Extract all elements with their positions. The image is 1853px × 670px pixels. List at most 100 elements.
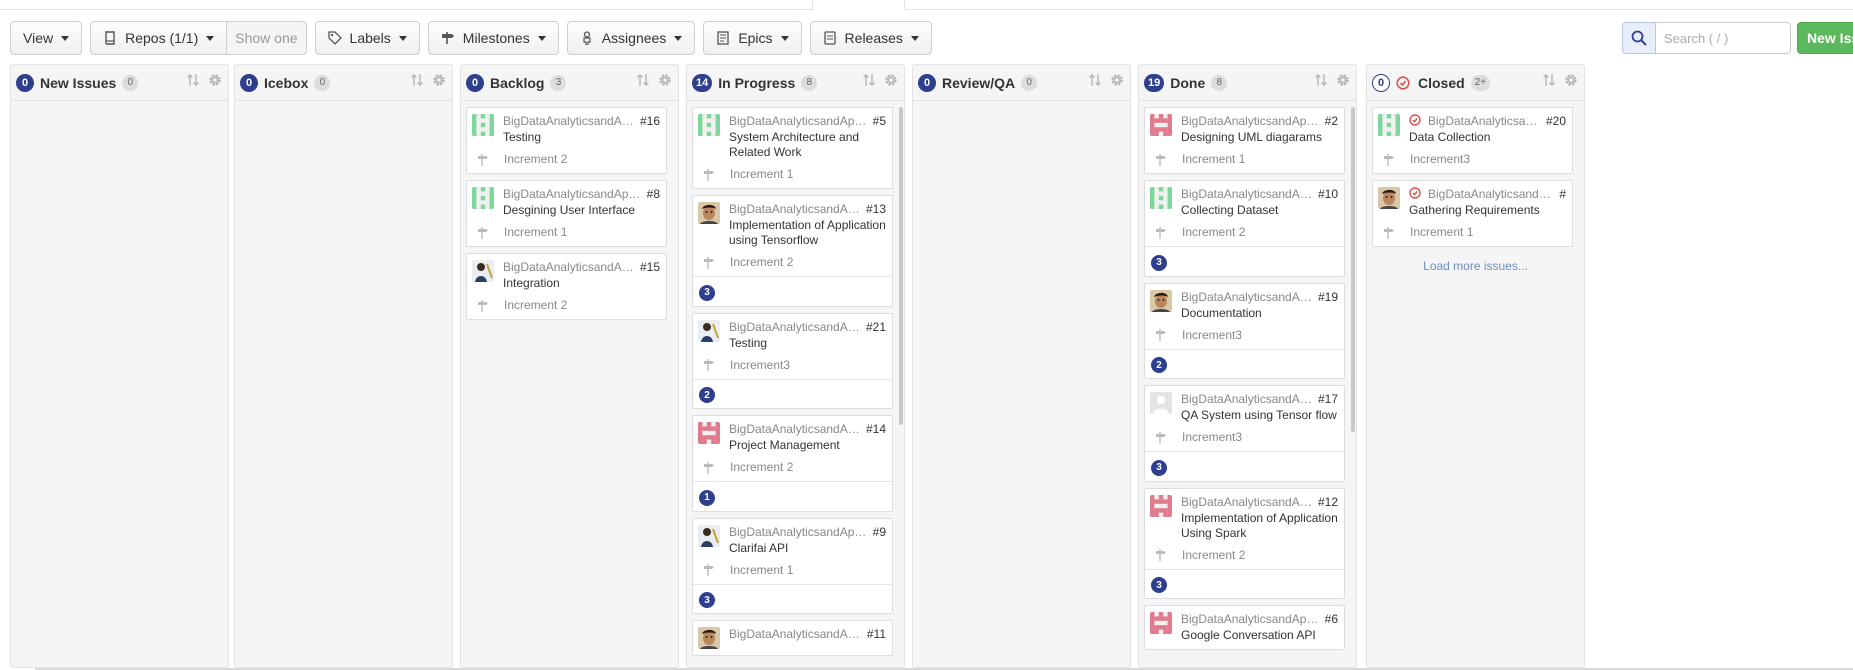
issue-card[interactable]: BigDataAnalyticsandAppsC...#10Collecting… xyxy=(1144,180,1345,277)
issue-card[interactable]: BigDataAnalyticsandAppsC...#13Implementa… xyxy=(692,195,893,307)
milestone-label[interactable]: Increment 1 xyxy=(730,563,793,578)
repo-name[interactable]: BigDataAnalyticsandAppsC... xyxy=(1428,114,1543,129)
milestone-label[interactable]: Increment3 xyxy=(1410,152,1470,167)
issue-number[interactable]: #11 xyxy=(867,627,886,642)
issue-card[interactable]: BigDataAnalyticsandAppsC...#17QA System … xyxy=(1144,385,1345,482)
repo-name[interactable]: BigDataAnalyticsandAppsCS... xyxy=(1428,187,1556,202)
issue-number[interactable]: #20 xyxy=(1546,114,1566,129)
repo-name[interactable]: BigDataAnalyticsandAppsC... xyxy=(729,627,864,642)
issue-card[interactable]: BigDataAnalyticsandAppsCS...#8Desgining … xyxy=(466,180,667,247)
new-issue-button[interactable]: New Issue xyxy=(1797,22,1853,54)
issue-title[interactable]: Desgining User Interface xyxy=(503,203,660,218)
repo-name[interactable]: BigDataAnalyticsandAppsCS... xyxy=(1181,114,1322,129)
active-tab[interactable] xyxy=(812,0,905,10)
milestone-label[interactable]: Increment 1 xyxy=(504,225,567,240)
milestone-label[interactable]: Increment 1 xyxy=(1410,225,1473,240)
repo-name[interactable]: BigDataAnalyticsandAppsC... xyxy=(1181,187,1315,202)
issue-number[interactable]: #8 xyxy=(647,187,660,202)
labels-dropdown[interactable]: Labels xyxy=(314,21,420,55)
milestone-label[interactable]: Increment 2 xyxy=(730,460,793,475)
repo-name[interactable]: BigDataAnalyticsandAppsC... xyxy=(729,422,863,437)
issue-card[interactable]: BigDataAnalyticsandAppsCS...#2Designing … xyxy=(1144,107,1345,174)
issue-title[interactable]: Testing xyxy=(503,130,660,145)
sort-icon[interactable] xyxy=(1542,73,1556,92)
gear-icon[interactable] xyxy=(1336,73,1350,92)
issue-title[interactable]: Testing xyxy=(729,336,886,351)
issue-card[interactable]: BigDataAnalyticsandAppsC...#12Implementa… xyxy=(1144,487,1345,599)
issue-card[interactable]: BigDataAnalyticsandAppsC...#14Project Ma… xyxy=(692,415,893,512)
gear-icon[interactable] xyxy=(1110,73,1124,92)
issue-card[interactable]: BigDataAnalyticsandAppsC...#15Integratio… xyxy=(466,253,667,320)
milestone-label[interactable]: Increment 2 xyxy=(730,255,793,270)
issue-number[interactable]: #2 xyxy=(1325,114,1338,129)
sort-icon[interactable] xyxy=(1314,73,1328,92)
repo-name[interactable]: BigDataAnalyticsandAppsC... xyxy=(1181,495,1315,510)
issue-title[interactable]: System Architecture and Related Work xyxy=(729,130,886,160)
repo-name[interactable]: BigDataAnalyticsandAppsCS... xyxy=(503,187,644,202)
issue-title[interactable]: Data Collection xyxy=(1409,130,1566,145)
issue-title[interactable]: Implementation of Application Using Spar… xyxy=(1181,511,1338,541)
repo-name[interactable]: BigDataAnalyticsandAppsCS... xyxy=(1181,612,1322,627)
milestone-label[interactable]: Increment 2 xyxy=(504,152,567,167)
search-input[interactable] xyxy=(1656,22,1791,54)
milestone-label[interactable]: Increment3 xyxy=(1182,430,1242,445)
gear-icon[interactable] xyxy=(884,73,898,92)
milestone-label[interactable]: Increment 2 xyxy=(504,298,567,313)
issue-title[interactable]: Collecting Dataset xyxy=(1181,203,1338,218)
issue-card[interactable]: BigDataAnalyticsandAppsC...#21Testing Inc… xyxy=(692,312,893,409)
issue-number[interactable]: #13 xyxy=(866,202,886,217)
epics-dropdown[interactable]: Epics xyxy=(703,21,802,55)
gear-icon[interactable] xyxy=(208,73,222,92)
issue-card[interactable]: BigDataAnalyticsandAppsC...#19Documentat… xyxy=(1144,282,1345,379)
issue-number[interactable]: #17 xyxy=(1318,392,1338,407)
milestone-label[interactable]: Increment 1 xyxy=(1182,152,1245,167)
issue-title[interactable]: Designing UML diagarams xyxy=(1181,130,1338,145)
view-dropdown[interactable]: View xyxy=(10,21,83,55)
gear-icon[interactable] xyxy=(432,73,446,92)
issue-card[interactable]: BigDataAnalyticsandAppsC...#11 xyxy=(692,620,893,656)
issue-number[interactable]: #6 xyxy=(1325,612,1338,627)
issue-number[interactable]: # xyxy=(1559,187,1566,202)
repo-name[interactable]: BigDataAnalyticsandAppsC... xyxy=(1181,392,1315,407)
issue-title[interactable]: Google Conversation API xyxy=(1181,628,1338,643)
column-scrollbar[interactable] xyxy=(899,107,903,425)
issue-title[interactable]: QA System using Tensor flow xyxy=(1181,408,1338,423)
issue-number[interactable]: #10 xyxy=(1318,187,1338,202)
repos-dropdown[interactable]: Repos (1/1) xyxy=(90,21,228,55)
milestone-label[interactable]: Increment 2 xyxy=(1182,548,1245,563)
issue-number[interactable]: #16 xyxy=(640,114,660,129)
issue-card[interactable]: BigDataAnalyticsandAppsCS...#9Clarifai A… xyxy=(692,517,893,614)
repo-name[interactable]: BigDataAnalyticsandAppsC... xyxy=(503,260,637,275)
assignees-dropdown[interactable]: Assignees xyxy=(566,21,696,55)
issue-number[interactable]: #12 xyxy=(1318,495,1338,510)
issue-card[interactable]: BigDataAnalyticsandAppsCS...#6Google Con… xyxy=(1144,605,1345,650)
sort-icon[interactable] xyxy=(636,73,650,92)
repo-name[interactable]: BigDataAnalyticsandAppsC... xyxy=(729,320,863,335)
repo-name[interactable]: BigDataAnalyticsandAppsC... xyxy=(503,114,637,129)
repo-name[interactable]: BigDataAnalyticsandAppsCS... xyxy=(729,114,870,129)
issue-title[interactable]: Project Management xyxy=(729,438,886,453)
search-button[interactable] xyxy=(1622,22,1656,54)
issue-card[interactable]: BigDataAnalyticsandAppsC...#20Data Colle… xyxy=(1372,107,1573,174)
milestones-dropdown[interactable]: Milestones xyxy=(427,21,559,55)
column-scrollbar[interactable] xyxy=(1351,107,1355,432)
sort-icon[interactable] xyxy=(1088,73,1102,92)
issue-number[interactable]: #14 xyxy=(866,422,886,437)
issue-number[interactable]: #5 xyxy=(873,114,886,129)
issue-card[interactable]: BigDataAnalyticsandAppsCS...#Gathering R… xyxy=(1372,180,1573,247)
load-more-link[interactable]: Load more issues... xyxy=(1372,259,1579,273)
issue-title[interactable]: Integration xyxy=(503,276,660,291)
sort-icon[interactable] xyxy=(862,73,876,92)
milestone-label[interactable]: Increment 2 xyxy=(1182,225,1245,240)
issue-title[interactable]: Gathering Requirements xyxy=(1409,203,1566,218)
milestone-label[interactable]: Increment3 xyxy=(1182,328,1242,343)
milestone-label[interactable]: Increment3 xyxy=(730,358,790,373)
issue-number[interactable]: #21 xyxy=(866,320,886,335)
repo-name[interactable]: BigDataAnalyticsandAppsCS... xyxy=(729,525,870,540)
issue-card[interactable]: BigDataAnalyticsandAppsCS...#5System Arc… xyxy=(692,107,893,189)
issue-title[interactable]: Clarifai API xyxy=(729,541,886,556)
issue-number[interactable]: #9 xyxy=(873,525,886,540)
milestone-label[interactable]: Increment 1 xyxy=(730,167,793,182)
sort-icon[interactable] xyxy=(410,73,424,92)
issue-title[interactable]: Implementation of Application using Tens… xyxy=(729,218,886,248)
